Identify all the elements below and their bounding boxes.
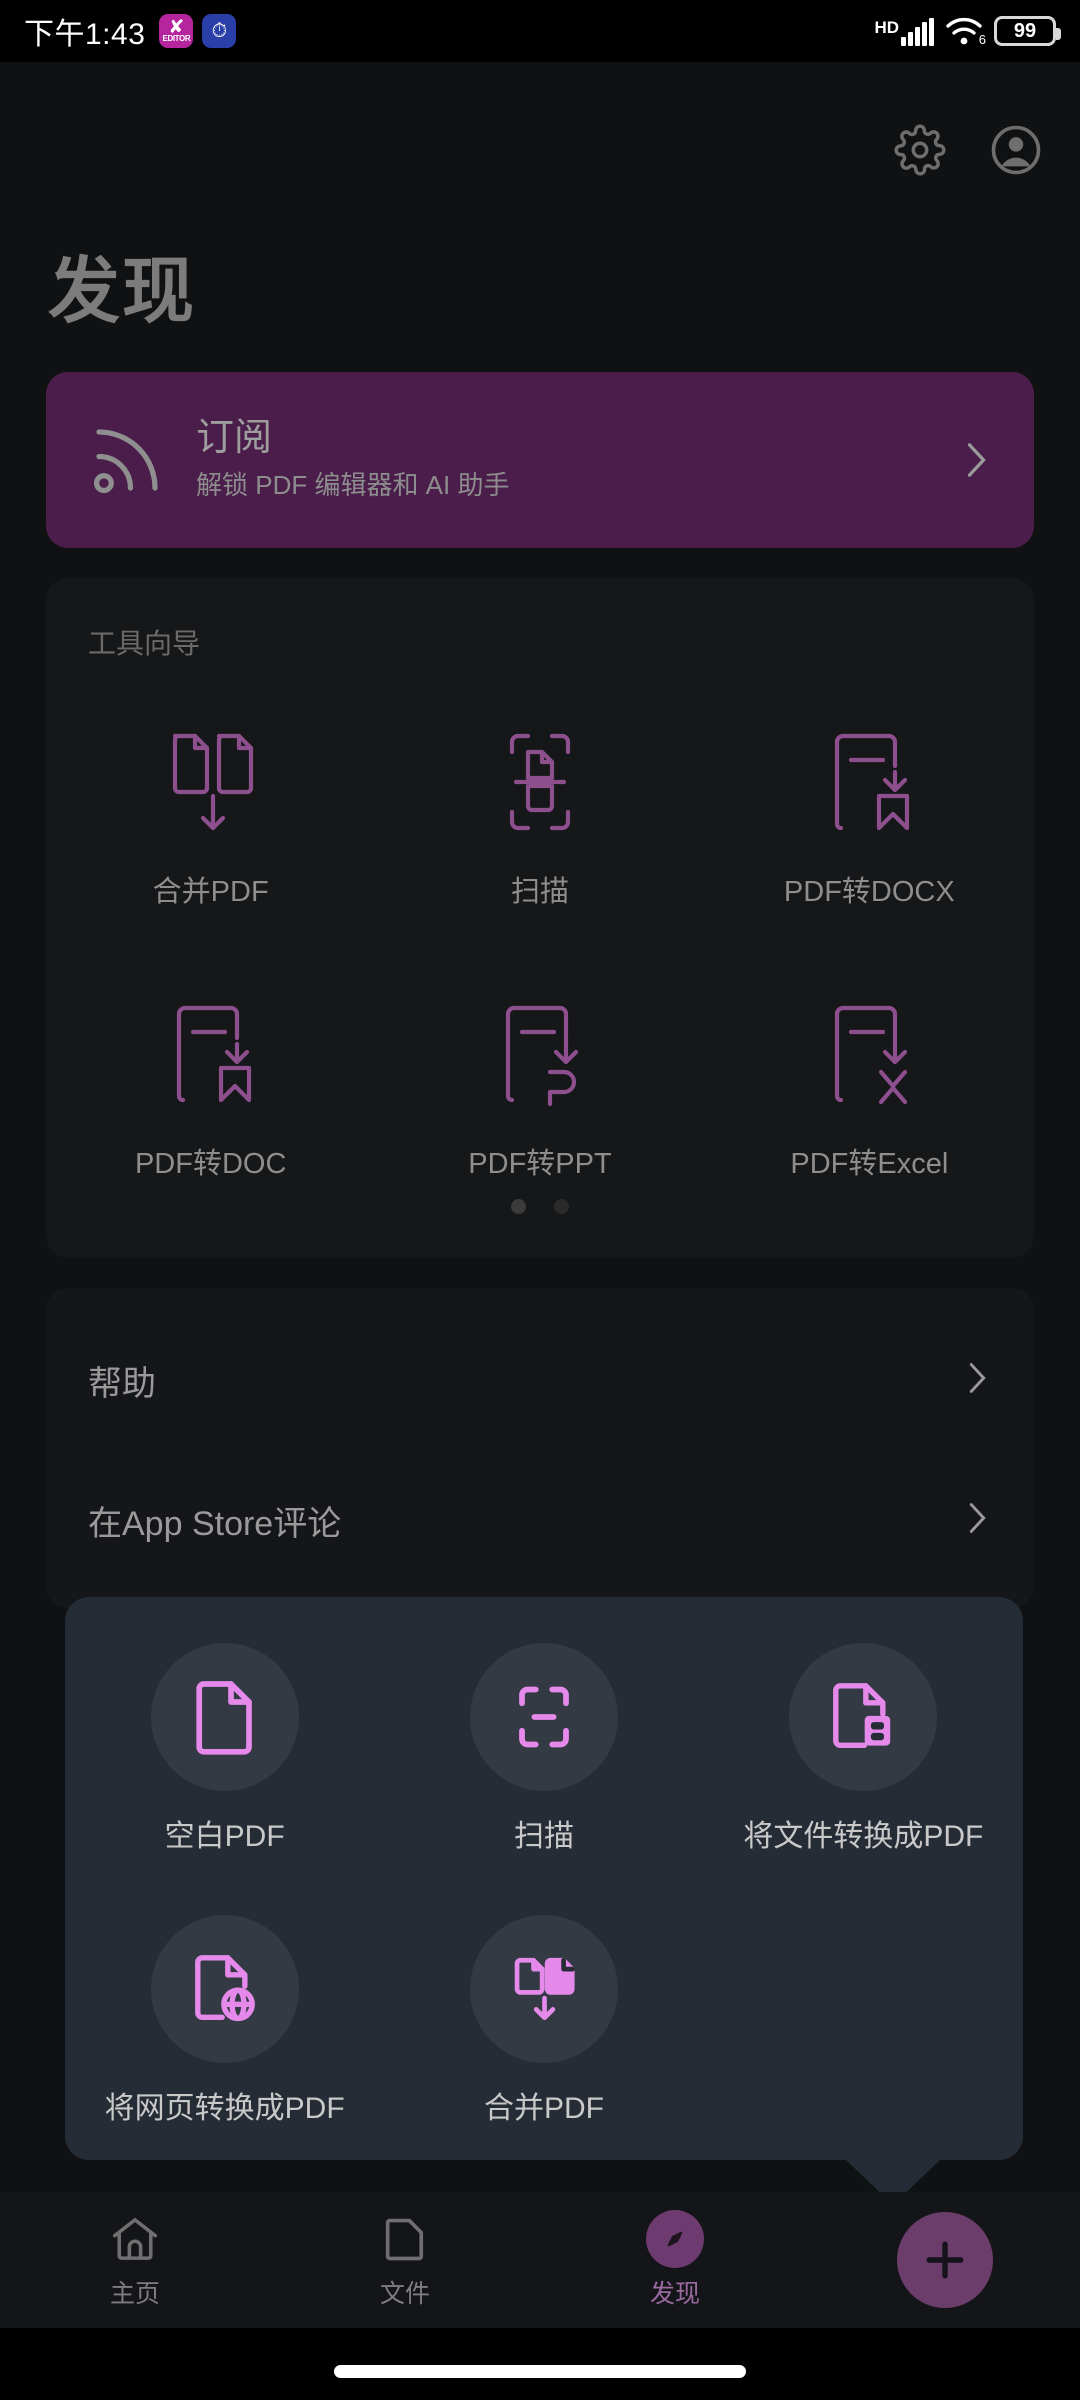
tool-pdf-to-docx[interactable]: PDF转DOCX (705, 696, 1034, 946)
editor-app-icon: ✘ EDITOR (159, 14, 194, 48)
gesture-navigation-zone (0, 2328, 1080, 2400)
nav-label: 文件 (379, 2280, 430, 2308)
nav-item-files[interactable]: 文件 (270, 2210, 540, 2310)
popup-item-label: 合并PDF (483, 2092, 604, 2125)
subscribe-title: 订阅 (196, 417, 273, 459)
merge-pdf-icon (159, 718, 263, 846)
tool-label: PDF转Excel (790, 1148, 949, 1180)
hd-label: HD (874, 18, 899, 37)
subscribe-subtitle: 解锁 PDF 编辑器和 AI 助手 (196, 470, 510, 500)
home-indicator[interactable] (334, 2365, 746, 2378)
header-actions (892, 122, 1044, 178)
pdf-to-ppt-icon (488, 990, 592, 1118)
tools-card: 工具向导 合并PDF 扫描 PDF转DOCX PDF转DOC PDF转PPT P… (46, 578, 1034, 1258)
status-bar-time: 下午1:43 (24, 18, 146, 51)
editor-app-glyph: ✘ (168, 16, 185, 38)
editor-app-label: EDITOR (162, 33, 191, 43)
file-to-pdf-icon (789, 1643, 938, 1791)
pdf-to-excel-icon (817, 990, 921, 1118)
nav-item-discover[interactable]: 发现 (540, 2210, 810, 2310)
compass-icon (646, 2210, 704, 2268)
tool-label: PDF转PPT (468, 1148, 612, 1180)
scan-icon (488, 718, 592, 846)
tools-pagination-dots[interactable] (46, 1199, 1034, 1214)
chevron-right-icon (954, 430, 998, 490)
nav-label: 发现 (649, 2280, 700, 2308)
folder-icon (379, 2210, 431, 2268)
menu-label: 帮助 (88, 1364, 156, 1403)
status-bar-indicators: HD 6 99 (874, 16, 1061, 47)
popup-item-webpage-to-pdf[interactable]: 将网页转换成PDF (65, 1897, 384, 2165)
status-bar: 下午1:43 ✘ EDITOR ⏱ HD 6 99 (0, 0, 1080, 62)
tool-label: PDF转DOC (134, 1148, 287, 1180)
menu-row-help[interactable]: 帮助 (46, 1310, 1034, 1450)
compass-icon-wrapper (646, 2210, 704, 2268)
popup-item-scan[interactable]: 扫描 (384, 1625, 703, 1893)
nav-item-create[interactable] (810, 2212, 1080, 2308)
menu-label: 在App Store评论 (88, 1504, 342, 1543)
pagination-dot[interactable] (554, 1199, 569, 1214)
tool-label: PDF转DOCX (783, 876, 955, 908)
page-title: 发现 (48, 252, 197, 332)
tool-merge-pdf[interactable]: 合并PDF (46, 696, 375, 946)
cellular-signal-icon: HD (874, 18, 934, 46)
nav-item-home[interactable]: 主页 (0, 2210, 270, 2310)
pagination-dot-active[interactable] (511, 1199, 526, 1214)
timer-app-icon: ⏱ (202, 14, 237, 48)
pdf-to-doc-icon (159, 990, 263, 1118)
popup-item-label: 扫描 (513, 1820, 574, 1853)
status-bar-notification-icons: ✘ EDITOR ⏱ (159, 14, 237, 48)
tool-scan[interactable]: 扫描 (375, 696, 704, 946)
pdf-to-docx-icon (817, 718, 921, 846)
menu-card: 帮助 在App Store评论 (46, 1288, 1034, 1608)
popup-item-merge-pdf[interactable]: 合并PDF (384, 1897, 703, 2165)
tool-label: 扫描 (510, 876, 569, 908)
tool-pdf-to-ppt[interactable]: PDF转PPT (375, 968, 704, 1218)
create-popup: 空白PDF 扫描 将文件转换成PDF 将网页转换成PDF 合并PDF (65, 1597, 1023, 2160)
wifi-icon: 6 (944, 16, 986, 47)
popup-item-label: 将文件转换成PDF (743, 1820, 984, 1853)
tool-pdf-to-doc[interactable]: PDF转DOC (46, 968, 375, 1218)
subscribe-banner[interactable]: 订阅 解锁 PDF 编辑器和 AI 助手 (46, 372, 1034, 548)
account-avatar-icon[interactable] (988, 122, 1044, 178)
menu-row-app-store-review[interactable]: 在App Store评论 (46, 1450, 1034, 1590)
app-screen: 下午1:43 ✘ EDITOR ⏱ HD 6 99 发现 订阅 解锁 PDF 编… (0, 0, 1080, 2400)
popup-item-label: 将网页转换成PDF (104, 2092, 345, 2125)
scan-frame-icon (469, 1643, 618, 1791)
create-popup-grid: 空白PDF 扫描 将文件转换成PDF 将网页转换成PDF 合并PDF (65, 1625, 1023, 2165)
popup-item-file-to-pdf[interactable]: 将文件转换成PDF (704, 1625, 1023, 1893)
tool-label: 合并PDF (152, 876, 269, 908)
bottom-navigation: 主页 文件 发现 (0, 2192, 1080, 2328)
subscribe-text: 订阅 解锁 PDF 编辑器和 AI 助手 (196, 415, 954, 505)
tool-pdf-to-excel[interactable]: PDF转Excel (705, 968, 1034, 1218)
popup-item-label: 空白PDF (164, 1820, 285, 1853)
gear-icon[interactable] (892, 122, 948, 178)
home-icon (108, 2210, 162, 2268)
timer-app-glyph: ⏱ (211, 20, 228, 42)
blank-pdf-icon (150, 1643, 299, 1791)
battery-level-label: 99 (1013, 20, 1037, 42)
nav-label: 主页 (109, 2280, 160, 2308)
tools-grid: 合并PDF 扫描 PDF转DOCX PDF转DOC PDF转PPT PDF转Ex… (46, 696, 1034, 1218)
signal-bars-icon (901, 18, 934, 46)
chevron-right-icon (962, 1355, 992, 1406)
wifi-generation-label: 6 (978, 32, 986, 47)
tools-section-title: 工具向导 (88, 628, 201, 659)
chevron-right-icon (962, 1495, 992, 1546)
webpage-to-pdf-icon (150, 1915, 299, 2063)
popup-item-blank-pdf[interactable]: 空白PDF (65, 1625, 384, 1893)
merge-pdf-icon (469, 1915, 618, 2063)
battery-icon: 99 (994, 16, 1061, 46)
plus-icon[interactable] (897, 2212, 993, 2308)
rss-signal-icon (82, 415, 172, 505)
